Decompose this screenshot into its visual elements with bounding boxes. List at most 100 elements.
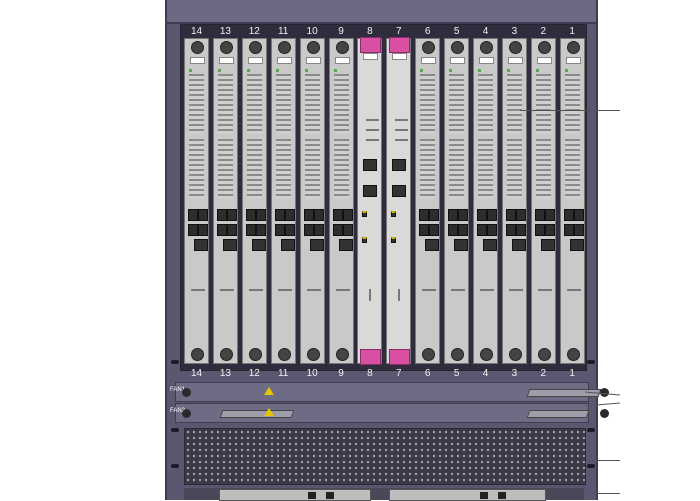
optical-port[interactable] [505,209,516,221]
ethernet-port[interactable] [326,492,334,499]
line-card[interactable] [241,38,267,364]
vent-grille [189,139,204,199]
optical-port[interactable] [274,209,285,221]
line-card[interactable] [415,38,441,364]
console-port[interactable] [362,211,368,217]
ejector-latch[interactable] [360,349,382,365]
optical-port[interactable] [544,224,555,236]
ethernet-port[interactable] [392,185,407,197]
ethernet-port[interactable] [251,239,266,251]
line-card[interactable] [473,38,498,364]
optical-port[interactable] [332,209,343,221]
optical-port[interactable] [534,224,545,236]
ethernet-port[interactable] [308,492,316,499]
optical-port[interactable] [332,224,343,236]
fan-tray-2[interactable]: FAN2 [170,403,609,423]
optical-port[interactable] [198,209,208,221]
console-port[interactable] [391,237,397,243]
power-module[interactable] [389,489,546,501]
optical-port[interactable] [419,224,430,236]
optical-port[interactable] [429,209,440,221]
power-module[interactable] [219,489,371,501]
optical-port[interactable] [477,209,487,221]
ethernet-port[interactable] [454,239,469,251]
optical-port[interactable] [226,209,237,221]
optical-port[interactable] [226,224,237,236]
line-card[interactable] [328,38,354,364]
optical-port[interactable] [505,224,516,236]
ethernet-port[interactable] [480,492,488,499]
main-control-card[interactable] [357,37,383,365]
optical-port[interactable] [274,224,285,236]
fan-tray-1[interactable]: FAN1 [170,382,609,402]
line-card[interactable] [212,38,238,364]
ejector-latch[interactable] [360,37,382,53]
optical-port[interactable] [563,209,574,221]
ethernet-port[interactable] [425,239,440,251]
optical-port[interactable] [216,224,227,236]
optical-port[interactable] [255,224,266,236]
line-card[interactable] [299,38,325,364]
ethernet-port[interactable] [309,239,324,251]
ethernet-port[interactable] [363,185,378,197]
optical-port[interactable] [284,209,295,221]
optical-port[interactable] [342,224,353,236]
optical-port[interactable] [515,209,526,221]
optical-port[interactable] [419,209,430,221]
optical-port[interactable] [534,209,545,221]
optical-port[interactable] [448,224,459,236]
console-port[interactable] [391,211,397,217]
optical-port[interactable] [487,209,497,221]
ethernet-port[interactable] [569,239,584,251]
ethernet-port[interactable] [392,159,407,171]
line-card[interactable] [559,38,585,364]
optical-port[interactable] [188,209,198,221]
ethernet-port[interactable] [280,239,295,251]
ejector-latch[interactable] [389,349,411,365]
optical-port[interactable] [216,209,227,221]
optical-port[interactable] [198,224,208,236]
optical-port[interactable] [284,224,295,236]
card-label [334,57,350,64]
optical-port[interactable] [245,224,256,236]
line-card[interactable] [444,38,470,364]
ethernet-port[interactable] [498,492,506,499]
ethernet-port[interactable] [222,239,237,251]
optical-port[interactable] [303,209,314,221]
optical-port[interactable] [255,209,266,221]
optical-port[interactable] [573,209,584,221]
ethernet-port[interactable] [363,159,378,171]
optical-port[interactable] [515,224,526,236]
fan-handle[interactable] [526,410,590,418]
ethernet-port[interactable] [194,239,208,251]
console-port[interactable] [362,237,368,243]
optical-port[interactable] [544,209,555,221]
ejector-latch[interactable] [389,37,411,53]
optical-port[interactable] [245,209,256,221]
line-card[interactable] [530,38,556,364]
optical-port[interactable] [487,224,497,236]
optical-port[interactable] [458,209,469,221]
ethernet-port[interactable] [511,239,526,251]
optical-port[interactable] [313,209,324,221]
optical-port[interactable] [188,224,198,236]
optical-port[interactable] [563,224,574,236]
line-card[interactable] [501,38,527,364]
fan-handle[interactable] [219,410,295,418]
optical-port[interactable] [477,224,487,236]
optical-port[interactable] [573,224,584,236]
line-card[interactable] [270,38,296,364]
ethernet-port[interactable] [540,239,555,251]
main-control-card[interactable] [386,37,412,365]
optical-port[interactable] [429,224,440,236]
card-label [190,57,205,64]
card-label [247,57,263,64]
optical-port[interactable] [303,224,314,236]
line-card[interactable] [184,38,209,364]
optical-port[interactable] [458,224,469,236]
ethernet-port[interactable] [338,239,353,251]
ethernet-port[interactable] [483,239,497,251]
optical-port[interactable] [313,224,324,236]
optical-port[interactable] [342,209,353,221]
optical-port[interactable] [448,209,459,221]
